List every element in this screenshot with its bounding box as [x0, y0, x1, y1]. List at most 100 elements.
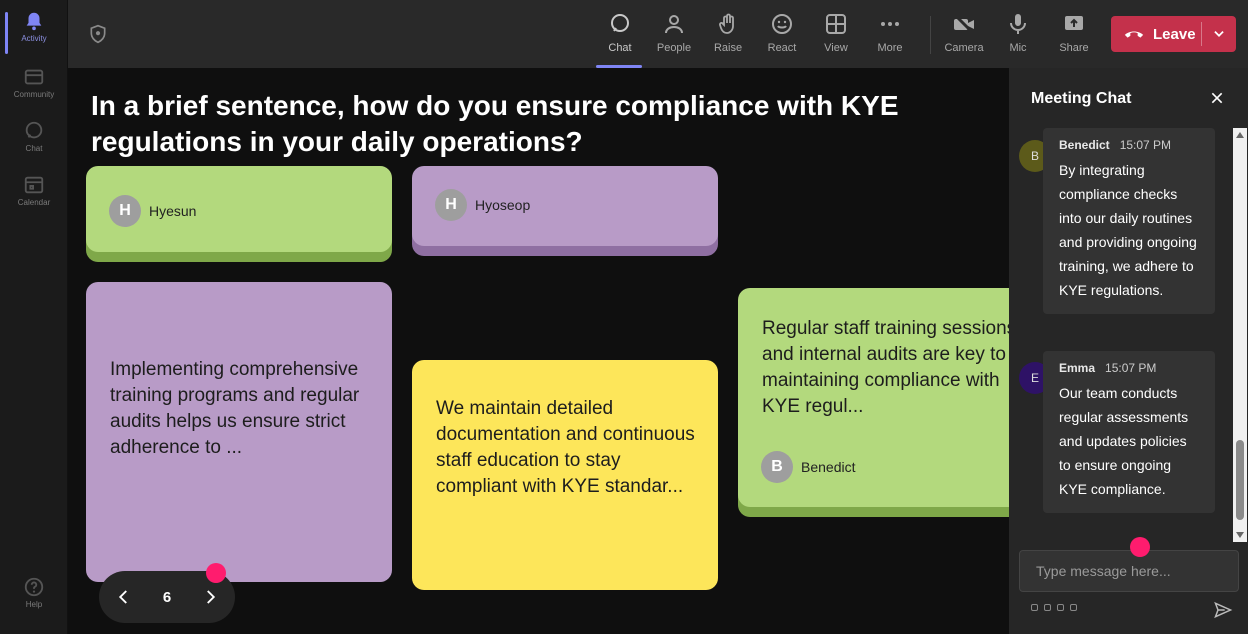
sender-name: Emma — [1059, 361, 1096, 375]
scroll-up-arrow[interactable] — [1236, 132, 1244, 138]
share-button[interactable]: Share — [1048, 8, 1100, 62]
calendar-icon — [24, 176, 44, 194]
avatar-initial: B — [1030, 149, 1039, 163]
card-author: H Hyoseop — [435, 189, 530, 221]
chevron-left-icon[interactable] — [115, 588, 133, 606]
rail-community-label: Community — [13, 90, 55, 99]
camera-button-label: Camera — [944, 42, 984, 54]
app-rail: Activity Community Chat Calendar Help — [0, 0, 68, 634]
rail-help[interactable]: Help — [0, 576, 68, 626]
answer-card[interactable]: Regular staff training sessions and inte… — [738, 288, 1009, 507]
card-text: Implementing comprehensive training prog… — [110, 359, 360, 458]
send-icon[interactable] — [1213, 600, 1233, 620]
react-button[interactable]: React — [756, 8, 808, 62]
chat-message: Emma 15:07 PM Our team conducts regular a… — [1043, 351, 1215, 513]
scroll-down-arrow[interactable] — [1236, 532, 1244, 538]
attach-icon[interactable] — [1044, 604, 1051, 611]
microphone-icon — [1010, 14, 1026, 34]
leave-button-label: Leave — [1153, 25, 1196, 43]
card-text: We maintain detailed documentation and c… — [436, 398, 695, 497]
whiteboard-stage: In a brief sentence, how do you ensure c… — [68, 68, 1009, 634]
chat-bubble-icon — [25, 121, 43, 139]
chevron-down-icon[interactable] — [1212, 27, 1226, 41]
message-time: 15:07 PM — [1119, 138, 1172, 152]
answer-card[interactable]: H Hyoseop — [412, 166, 718, 246]
camera-button[interactable]: Camera — [938, 8, 990, 62]
message-input[interactable] — [1019, 550, 1239, 592]
smiley-icon — [772, 14, 792, 34]
people-button-label: People — [656, 42, 692, 54]
message-time: 15:07 PM — [1105, 361, 1157, 375]
view-button-label: View — [824, 42, 848, 54]
question-title: In a brief sentence, how do you ensure c… — [91, 90, 899, 157]
chat-button[interactable]: Chat — [594, 8, 646, 68]
avatar-initial: E — [1030, 371, 1039, 385]
card-text: Regular staff training sessions and inte… — [762, 318, 1009, 417]
card-author: B Benedict — [761, 451, 855, 483]
camera-off-icon — [953, 13, 975, 35]
rail-chat-label: Chat — [25, 144, 43, 153]
rail-help-label: Help — [25, 600, 43, 609]
sender-name: Benedict — [1059, 138, 1110, 152]
person-icon — [665, 15, 683, 34]
cursor-marker — [206, 563, 226, 583]
meeting-window: Activity Community Chat Calendar Help Ch… — [0, 0, 1248, 634]
mic-button-label: Mic — [1009, 42, 1027, 54]
close-icon[interactable] — [1209, 90, 1225, 106]
card-author: H Hyesun — [109, 195, 196, 227]
gif-icon[interactable] — [1070, 604, 1077, 611]
more-button[interactable]: More — [864, 8, 916, 62]
scroll-thumb[interactable] — [1236, 440, 1244, 520]
toolbar-divider — [930, 16, 931, 54]
message-text: Our team conducts regular assessments an… — [1059, 385, 1189, 497]
raise-hand-button[interactable]: Raise — [702, 8, 754, 62]
more-dots-icon — [881, 22, 899, 26]
format-toolbar — [1031, 604, 1077, 611]
hand-icon — [719, 13, 734, 34]
share-screen-icon — [1065, 16, 1083, 30]
rail-calendar-label: Calendar — [17, 198, 51, 207]
meeting-chat-panel: Meeting Chat B Benedict 15:07 PM By integ… — [1009, 68, 1248, 634]
format-icon[interactable] — [1031, 604, 1038, 611]
rail-activity[interactable]: Activity — [0, 10, 68, 60]
answer-card[interactable]: H Hyesun — [86, 166, 392, 252]
author-name: Hyoseop — [475, 197, 531, 213]
author-name: Benedict — [801, 459, 856, 475]
rail-activity-label: Activity — [21, 34, 47, 43]
hang-up-icon — [1124, 31, 1144, 38]
share-button-label: Share — [1059, 42, 1089, 54]
avatar: B — [761, 451, 793, 483]
people-button[interactable]: People — [648, 8, 700, 62]
message-text: By integrating compliance checks into ou… — [1059, 162, 1197, 298]
view-button[interactable]: View — [810, 8, 862, 62]
leave-divider — [1201, 22, 1202, 46]
bell-icon — [26, 12, 42, 31]
raise-hand-label: Raise — [713, 42, 743, 54]
grid-icon — [826, 14, 846, 34]
answer-card[interactable]: We maintain detailed documentation and c… — [412, 360, 718, 590]
leave-button[interactable]: Leave — [1111, 16, 1236, 52]
chat-button-label: Chat — [608, 42, 632, 54]
chat-title: Meeting Chat — [1031, 90, 1132, 107]
more-button-label: More — [877, 42, 903, 54]
rail-community[interactable]: Community — [0, 66, 68, 116]
avatar: H — [435, 189, 467, 221]
rail-calendar[interactable]: Calendar — [0, 174, 68, 224]
avatar: H — [109, 195, 141, 227]
page-number: 6 — [162, 588, 172, 606]
emoji-icon[interactable] — [1057, 604, 1064, 611]
mic-button[interactable]: Mic — [992, 8, 1044, 62]
chat-message-list[interactable]: B Benedict 15:07 PM By integrating compli… — [1009, 128, 1233, 542]
answer-card[interactable]: Implementing comprehensive training prog… — [86, 282, 392, 582]
cursor-marker — [1130, 537, 1150, 557]
react-button-label: React — [767, 42, 797, 54]
chat-icon — [611, 14, 629, 32]
chevron-right-icon[interactable] — [201, 588, 219, 606]
chat-scrollbar[interactable] — [1233, 128, 1247, 542]
help-icon — [24, 577, 44, 597]
shield-icon[interactable] — [88, 24, 108, 44]
chat-message: Benedict 15:07 PM By integrating complian… — [1043, 128, 1215, 314]
community-icon — [24, 69, 44, 85]
meeting-toolbar: Chat People Raise React View More Camera — [68, 0, 1248, 68]
rail-chat[interactable]: Chat — [0, 120, 68, 170]
